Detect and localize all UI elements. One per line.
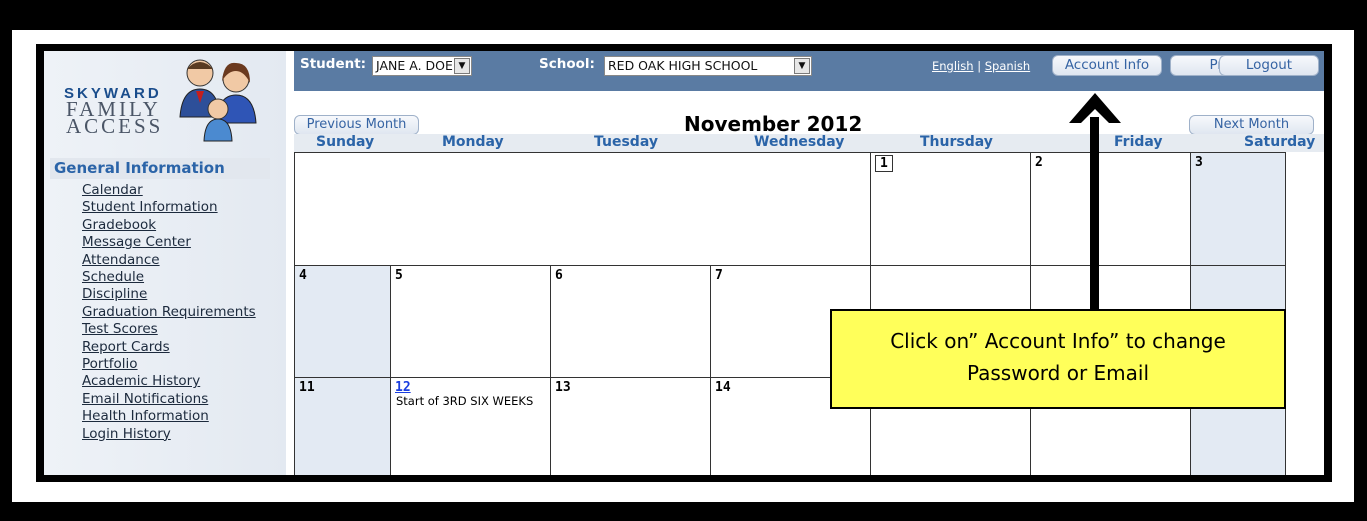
sidebar-item-discipline[interactable]: Discipline — [82, 286, 256, 303]
sidebar-item-academic-history[interactable]: Academic History — [82, 373, 256, 390]
calendar-day-cell[interactable]: 2 — [1030, 152, 1190, 265]
calendar-day-cell[interactable]: 1 — [870, 152, 1030, 265]
sidebar-item-schedule[interactable]: Schedule — [82, 269, 256, 286]
student-select-value: JANE A. DOE — [376, 58, 453, 73]
date-number-link[interactable]: 12 — [395, 380, 411, 395]
english-link[interactable]: English — [932, 59, 974, 73]
logout-button[interactable]: Logout — [1219, 55, 1319, 76]
arrow-head-icon — [1069, 93, 1121, 123]
skyward-logo: SKYWARD FAMILY ACCESS — [58, 55, 268, 143]
chevron-down-icon: ▼ — [454, 58, 470, 74]
date-number: 7 — [715, 268, 723, 283]
logo-access: ACCESS — [66, 114, 164, 138]
sidebar-item-report-cards[interactable]: Report Cards — [82, 339, 256, 356]
calendar-day-cell[interactable]: 11 — [294, 377, 390, 475]
day-tuesday: Tuesday — [594, 134, 658, 150]
date-number: 4 — [299, 268, 307, 283]
calendar-empty-cell — [294, 152, 870, 265]
sidebar-item-health-information[interactable]: Health Information — [82, 408, 256, 425]
weekday-header: Sunday Monday Tuesday Wednesday Thursday… — [294, 134, 1324, 152]
sidebar-item-graduation-requirements[interactable]: Graduation Requirements — [82, 304, 256, 321]
sidebar-item-student-information[interactable]: Student Information — [82, 199, 256, 216]
date-number: 3 — [1195, 155, 1203, 170]
school-label: School: — [539, 56, 595, 72]
day-sunday: Sunday — [316, 134, 375, 150]
calendar-day-cell[interactable]: 3 — [1190, 152, 1286, 265]
date-number: 6 — [555, 268, 563, 283]
sidebar-nav: Calendar Student Information Gradebook M… — [82, 182, 256, 443]
sidebar: SKYWARD FAMILY ACCESS General Informatio… — [44, 51, 286, 475]
next-month-button[interactable]: Next Month — [1189, 115, 1314, 135]
logo-family-access-text: FAMILY ACCESS — [66, 99, 164, 138]
chevron-down-icon: ▼ — [794, 58, 810, 74]
calendar-day-cell[interactable]: 5 — [390, 265, 550, 377]
sidebar-item-message-center[interactable]: Message Center — [82, 234, 256, 251]
date-number: 13 — [555, 380, 571, 395]
date-number: 14 — [715, 380, 731, 395]
family-icon — [179, 59, 257, 142]
school-select-value: RED OAK HIGH SCHOOL — [608, 58, 758, 73]
top-bar: Student: JANE A. DOE ▼ School: RED OAK H… — [294, 51, 1324, 91]
sidebar-item-email-notifications[interactable]: Email Notifications — [82, 391, 256, 408]
language-links: English | Spanish — [932, 59, 1030, 73]
date-number: 1 — [875, 155, 893, 172]
sidebar-item-calendar[interactable]: Calendar — [82, 182, 256, 199]
day-monday: Monday — [442, 134, 504, 150]
spanish-link[interactable]: Spanish — [985, 59, 1030, 73]
sidebar-item-test-scores[interactable]: Test Scores — [82, 321, 256, 338]
lang-separator: | — [977, 59, 982, 73]
calendar-day-cell[interactable]: 4 — [294, 265, 390, 377]
previous-month-button[interactable]: Previous Month — [294, 115, 419, 135]
school-select[interactable]: RED OAK HIGH SCHOOL ▼ — [604, 56, 812, 76]
date-number: 5 — [395, 268, 403, 283]
student-select[interactable]: JANE A. DOE ▼ — [372, 56, 472, 76]
sidebar-item-portfolio[interactable]: Portfolio — [82, 356, 256, 373]
family-access-screen: SKYWARD FAMILY ACCESS General Informatio… — [44, 51, 1324, 475]
calendar-day-cell[interactable]: 13 — [550, 377, 710, 475]
sidebar-item-gradebook[interactable]: Gradebook — [82, 217, 256, 234]
day-saturday: Saturday — [1244, 134, 1316, 150]
day-wednesday: Wednesday — [754, 134, 845, 150]
screenshot-border: SKYWARD FAMILY ACCESS General Informatio… — [36, 44, 1332, 482]
instruction-callout: Click on” Account Info” to change Passwo… — [830, 309, 1286, 409]
day-thursday: Thursday — [920, 134, 993, 150]
calendar-day-cell[interactable]: 12 Start of 3RD SIX WEEKS — [390, 377, 550, 475]
date-number: 2 — [1035, 155, 1043, 170]
sidebar-item-attendance[interactable]: Attendance — [82, 252, 256, 269]
month-title: November 2012 — [684, 112, 863, 136]
sidebar-item-login-history[interactable]: Login History — [82, 426, 256, 443]
calendar-day-cell[interactable]: 6 — [550, 265, 710, 377]
day-friday: Friday — [1114, 134, 1163, 150]
calendar-event: Start of 3RD SIX WEEKS — [396, 394, 534, 408]
callout-line-1: Click on” Account Info” to change — [890, 329, 1226, 353]
callout-line-2: Password or Email — [966, 361, 1150, 385]
general-information-heading: General Information — [50, 158, 270, 179]
date-number: 11 — [299, 380, 315, 395]
account-info-button[interactable]: Account Info — [1052, 55, 1162, 76]
student-label: Student: — [300, 56, 367, 72]
